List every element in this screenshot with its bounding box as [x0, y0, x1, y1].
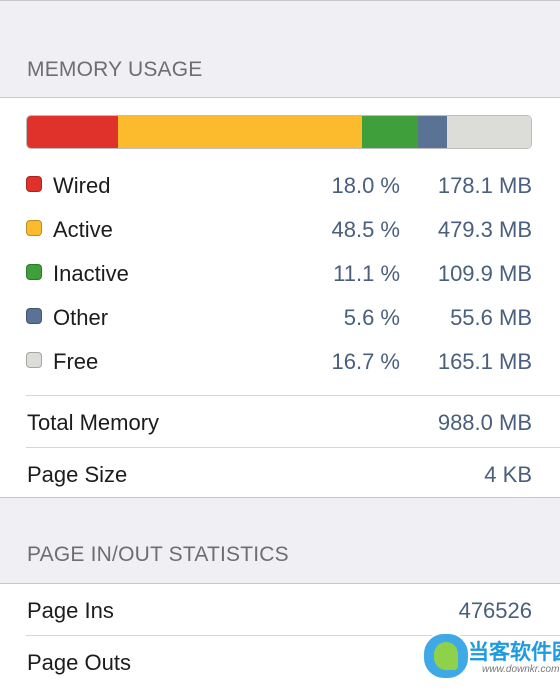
page-outs-label: Page Outs — [27, 650, 131, 675]
top-divider — [0, 0, 560, 1]
legend-row-active: Active 48.5 % 479.3 MB — [0, 207, 560, 251]
legend-value: 178.1 MB — [437, 173, 532, 198]
legend-label: Active — [53, 217, 113, 242]
other-color-swatch — [26, 308, 42, 324]
legend-row-free: Free 16.7 % 165.1 MB — [0, 339, 560, 383]
legend-row-wired: Wired 18.0 % 178.1 MB — [0, 163, 560, 207]
legend-value: 109.9 MB — [437, 261, 532, 286]
legend-label: Inactive — [53, 261, 129, 286]
legend-value: 55.6 MB — [450, 305, 532, 330]
bar-segment-other — [418, 116, 447, 148]
page-size-value: 4 KB — [484, 462, 532, 487]
page-stats-header-text: PAGE IN/OUT STATISTICS — [27, 543, 289, 566]
memory-usage-header-text: MEMORY USAGE — [27, 58, 203, 81]
inactive-color-swatch — [26, 264, 42, 280]
legend-value: 479.3 MB — [437, 217, 532, 242]
legend-label: Free — [53, 349, 99, 374]
page-size-label: Page Size — [27, 462, 128, 487]
legend-percent: 5.6 % — [343, 305, 400, 330]
total-memory-label: Total Memory — [27, 410, 160, 435]
memory-usage-bar — [26, 115, 532, 149]
bar-segment-active — [117, 116, 363, 148]
legend-row-other: Other 5.6 % 55.6 MB — [0, 295, 560, 339]
legend-percent: 16.7 % — [331, 349, 401, 374]
total-memory-row: Total Memory 988.0 MB — [0, 396, 560, 448]
watermark-logo-icon — [422, 632, 470, 680]
bar-segment-inactive — [362, 116, 419, 148]
site-watermark: 当客软件园 www.downkr.com — [418, 628, 560, 683]
page-ins-value: 476526 — [458, 598, 532, 623]
legend-percent: 11.1 % — [333, 261, 400, 286]
page-size-row: Page Size 4 KB — [0, 448, 560, 500]
watermark-url: www.downkr.com — [482, 664, 560, 675]
legend-value: 165.1 MB — [437, 349, 532, 374]
legend-percent: 48.5 % — [331, 217, 401, 242]
active-color-swatch — [26, 220, 42, 236]
wired-color-swatch — [26, 176, 42, 192]
legend-label: Other — [53, 305, 109, 330]
total-memory-value: 988.0 MB — [437, 410, 532, 435]
bar-segment-free — [446, 116, 531, 148]
legend-label: Wired — [53, 173, 111, 198]
legend-percent: 18.0 % — [331, 173, 401, 198]
legend-row-inactive: Inactive 11.1 % 109.9 MB — [0, 251, 560, 295]
page-ins-label: Page Ins — [27, 598, 114, 623]
memory-usage-group: Wired 18.0 % 178.1 MB Active 48.5 % 479.… — [0, 97, 560, 498]
bar-segment-wired — [27, 116, 118, 148]
watermark-text: 当客软件园 — [468, 641, 560, 664]
free-color-swatch — [26, 352, 42, 368]
